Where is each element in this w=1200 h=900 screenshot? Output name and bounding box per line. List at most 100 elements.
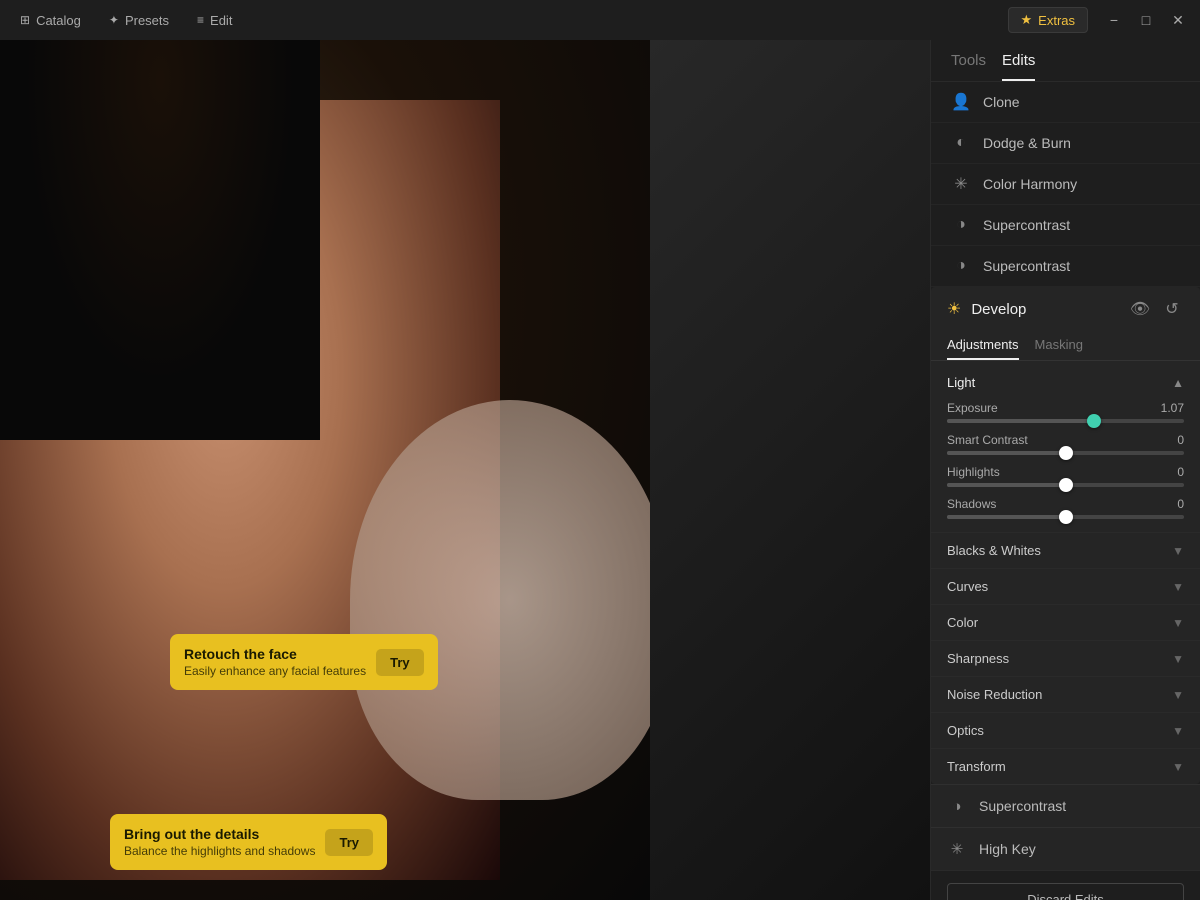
bottom-supercontrast-icon: ◑ [947,796,967,816]
exposure-value: 1.07 [1154,401,1184,415]
optics-row[interactable]: Optics ▼ [931,712,1200,748]
close-button[interactable]: ✕ [1164,6,1192,34]
develop-icon: ☀ [947,299,961,319]
portrait-hair [0,40,320,440]
smart-contrast-value: 0 [1154,433,1184,447]
light-collapse-button[interactable]: ▲ [1172,376,1184,390]
light-title: Light [947,375,975,390]
shadows-label-row: Shadows 0 [947,497,1184,511]
shadows-thumb[interactable] [1059,510,1073,524]
details-card-desc: Balance the highlights and shadows [124,844,315,858]
exposure-track[interactable] [947,419,1184,423]
supercontrast-2-icon: ◑ [951,256,971,276]
smart-contrast-thumb[interactable] [1059,446,1073,460]
highlights-label: Highlights [947,465,1000,479]
high-key-row[interactable]: ✳ High Key [931,827,1200,870]
exposure-thumb[interactable] [1087,414,1101,428]
develop-reset-button[interactable]: ↺ [1160,297,1184,321]
catalog-icon: ⊞ [20,13,30,27]
highlights-value: 0 [1154,465,1184,479]
highlights-label-row: Highlights 0 [947,465,1184,479]
light-header[interactable]: Light ▲ [947,369,1184,396]
color-chevron: ▼ [1172,616,1184,630]
tool-supercontrast-2[interactable]: ◑ Supercontrast [931,246,1200,287]
sharpness-row[interactable]: Sharpness ▼ [931,640,1200,676]
color-row[interactable]: Color ▼ [931,604,1200,640]
tab-masking[interactable]: Masking [1035,331,1083,360]
transform-row[interactable]: Transform ▼ [931,748,1200,784]
extras-button[interactable]: ★ Extras [1008,7,1089,33]
shadows-label: Shadows [947,497,996,511]
discard-area: Discard Edits [931,870,1200,900]
retouch-card-desc: Easily enhance any facial features [184,664,366,678]
highlights-thumb[interactable] [1059,478,1073,492]
optics-label: Optics [947,723,984,738]
dodge-burn-icon: ◐ [951,133,971,153]
details-try-button[interactable]: Try [325,829,373,856]
shadows-fill [947,515,1066,519]
details-tooltip-card: Bring out the details Balance the highli… [110,814,387,870]
edit-button[interactable]: ≡ Edit [185,9,244,32]
tab-edits[interactable]: Edits [1002,52,1035,81]
exposure-fill [947,419,1094,423]
develop-section: ☀ Develop 👁 ↺ Adjustments Masking Light … [931,287,1200,784]
extras-star-icon: ★ [1021,12,1033,28]
extras-label: Extras [1038,13,1075,28]
bottom-supercontrast-row[interactable]: ◑ Supercontrast [931,784,1200,827]
high-key-icon: ✳ [947,839,967,859]
right-panel: Tools Edits 👤 Clone ◐ Dodge & Burn ✳ Col… [930,40,1200,900]
tab-adjustments[interactable]: Adjustments [947,331,1019,360]
photo-canvas [0,40,650,900]
photo-area: Retouch the face Easily enhance any faci… [0,40,930,900]
exposure-label: Exposure [947,401,998,415]
sharpness-chevron: ▼ [1172,652,1184,666]
minimize-button[interactable]: − [1100,6,1128,34]
presets-icon: ✦ [109,13,119,27]
tool-color-harmony[interactable]: ✳ Color Harmony [931,164,1200,205]
maximize-button[interactable]: □ [1132,6,1160,34]
tool-clone[interactable]: 👤 Clone [931,82,1200,123]
blacks-whites-label: Blacks & Whites [947,543,1041,558]
smart-contrast-fill [947,451,1066,455]
catalog-button[interactable]: ⊞ Catalog [8,9,93,32]
blacks-whites-row[interactable]: Blacks & Whites ▼ [931,532,1200,568]
smart-contrast-track[interactable] [947,451,1184,455]
noise-reduction-row[interactable]: Noise Reduction ▼ [931,676,1200,712]
catalog-label: Catalog [36,13,81,28]
presets-label: Presets [125,13,169,28]
curves-row[interactable]: Curves ▼ [931,568,1200,604]
noise-reduction-label: Noise Reduction [947,687,1042,702]
window-controls: − □ ✕ [1100,6,1192,34]
retouch-try-button[interactable]: Try [376,649,424,676]
panel-tabs: Tools Edits [931,40,1200,82]
blacks-whites-chevron: ▼ [1172,544,1184,558]
sharpness-label: Sharpness [947,651,1009,666]
clone-icon: 👤 [951,92,971,112]
retouch-card-title: Retouch the face [184,646,366,662]
curves-label: Curves [947,579,988,594]
discard-edits-button[interactable]: Discard Edits [947,883,1184,900]
tool-dodge-burn[interactable]: ◐ Dodge & Burn [931,123,1200,164]
tool-supercontrast-1[interactable]: ◑ Supercontrast [931,205,1200,246]
smart-contrast-label: Smart Contrast [947,433,1028,447]
optics-chevron: ▼ [1172,724,1184,738]
edit-icon: ≡ [197,13,204,27]
noise-reduction-chevron: ▼ [1172,688,1184,702]
exposure-label-row: Exposure 1.07 [947,401,1184,415]
photo-background: Retouch the face Easily enhance any faci… [0,40,930,900]
transform-label: Transform [947,759,1006,774]
supercontrast-1-label: Supercontrast [983,217,1180,233]
presets-button[interactable]: ✦ Presets [97,9,181,32]
develop-actions: 👁 ↺ [1128,297,1184,321]
shadows-value: 0 [1154,497,1184,511]
shadows-slider-row: Shadows 0 [947,492,1184,524]
smart-contrast-label-row: Smart Contrast 0 [947,433,1184,447]
shadows-track[interactable] [947,515,1184,519]
smart-contrast-slider-row: Smart Contrast 0 [947,428,1184,460]
highlights-track[interactable] [947,483,1184,487]
tab-tools[interactable]: Tools [951,52,986,81]
develop-visibility-button[interactable]: 👁 [1128,297,1152,321]
retouch-tooltip-card: Retouch the face Easily enhance any faci… [170,634,438,690]
transform-chevron: ▼ [1172,760,1184,774]
supercontrast-1-icon: ◑ [951,215,971,235]
